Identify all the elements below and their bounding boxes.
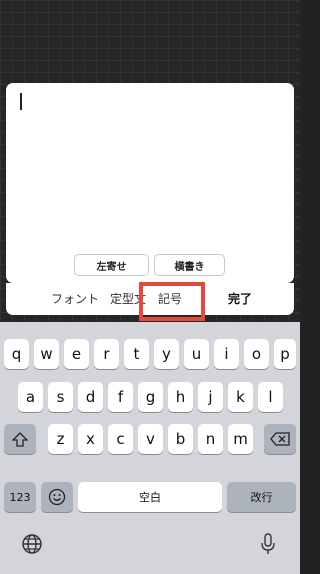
font-tab[interactable]: フォント <box>51 283 99 315</box>
key-i[interactable]: i <box>214 339 239 369</box>
software-keyboard: q w e r t y u i o p a s d f g h j k l z … <box>0 322 300 574</box>
key-r[interactable]: r <box>94 339 119 369</box>
key-z[interactable]: z <box>48 424 73 454</box>
backspace-key[interactable] <box>264 424 296 454</box>
keyboard-row-4: 123 空白 改行 <box>0 482 300 512</box>
key-l[interactable]: l <box>258 382 283 412</box>
key-n[interactable]: n <box>198 424 223 454</box>
key-b[interactable]: b <box>168 424 193 454</box>
text-input-area[interactable] <box>16 91 290 255</box>
space-key[interactable]: 空白 <box>78 482 222 512</box>
horizontal-writing-button[interactable]: 横書き <box>154 254 225 276</box>
text-editor-panel: 左寄せ 横書き <box>6 83 294 283</box>
key-k[interactable]: k <box>228 382 253 412</box>
align-left-button[interactable]: 左寄せ <box>74 254 149 276</box>
microphone-icon[interactable] <box>256 532 280 556</box>
backspace-icon <box>270 432 290 446</box>
shift-key[interactable] <box>4 424 36 454</box>
key-f[interactable]: f <box>108 382 133 412</box>
return-key[interactable]: 改行 <box>227 482 296 512</box>
key-c[interactable]: c <box>108 424 133 454</box>
key-s[interactable]: s <box>48 382 73 412</box>
key-m[interactable]: m <box>228 424 253 454</box>
key-y[interactable]: y <box>154 339 179 369</box>
emoji-key[interactable] <box>41 482 73 512</box>
key-o[interactable]: o <box>244 339 269 369</box>
key-e[interactable]: e <box>64 339 89 369</box>
done-button[interactable]: 完了 <box>228 283 252 315</box>
key-a[interactable]: a <box>18 382 43 412</box>
key-d[interactable]: d <box>78 382 103 412</box>
key-h[interactable]: h <box>168 382 193 412</box>
key-w[interactable]: w <box>34 339 59 369</box>
globe-icon[interactable] <box>20 532 44 556</box>
numbers-key[interactable]: 123 <box>4 482 36 512</box>
keyboard-row-2: a s d f g h j k l <box>0 382 300 412</box>
key-u[interactable]: u <box>184 339 209 369</box>
key-x[interactable]: x <box>78 424 103 454</box>
keyboard-row-3: z x c v b n m <box>0 424 300 454</box>
key-t[interactable]: t <box>124 339 149 369</box>
key-v[interactable]: v <box>138 424 163 454</box>
key-j[interactable]: j <box>198 382 223 412</box>
key-g[interactable]: g <box>138 382 163 412</box>
shift-icon <box>12 431 28 447</box>
keyboard-row-1: q w e r t y u i o p <box>0 339 300 369</box>
emoji-icon <box>48 488 66 506</box>
key-p[interactable]: p <box>274 339 296 369</box>
key-q[interactable]: q <box>4 339 29 369</box>
symbol-tab-highlight <box>139 282 205 321</box>
